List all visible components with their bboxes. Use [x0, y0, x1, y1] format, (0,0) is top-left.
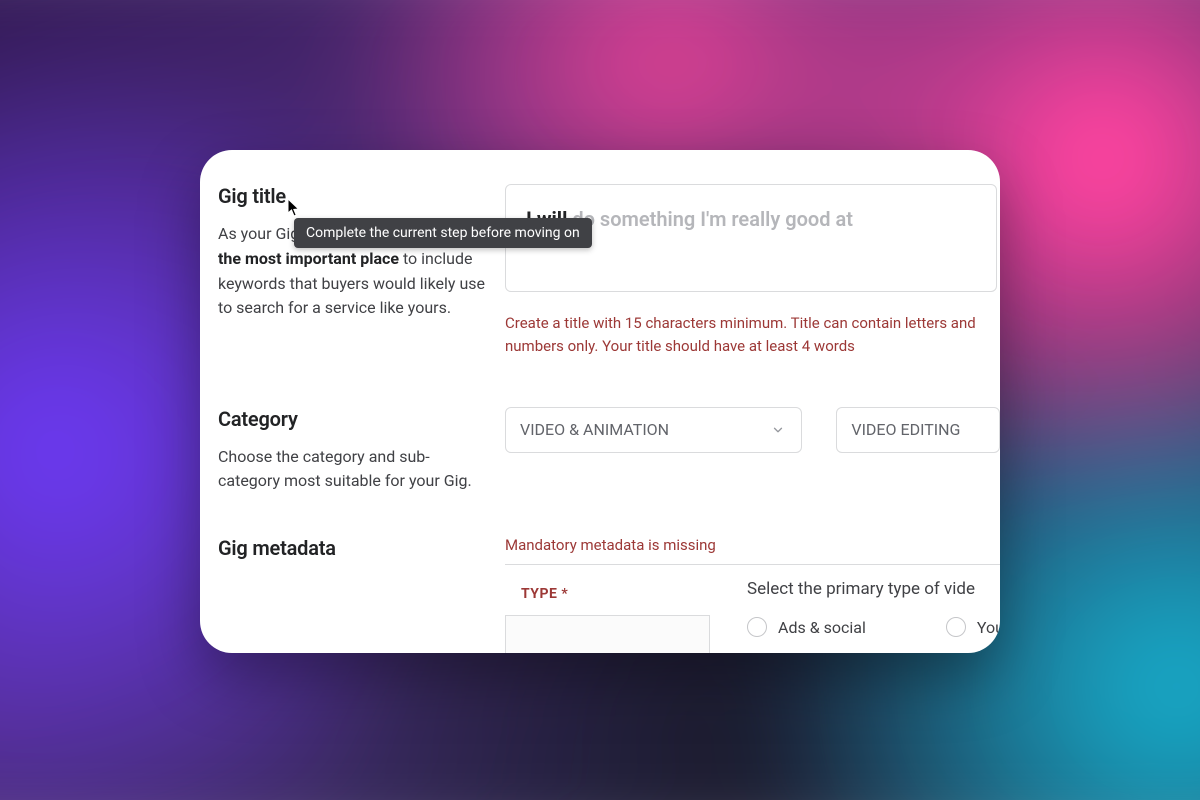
radio-circle-icon	[747, 617, 767, 637]
metadata-radio-label: YouT	[977, 618, 1000, 637]
gig-title-section: Gig title As your Gig storefront, your t…	[200, 184, 1000, 359]
gig-title-heading: Gig title	[218, 184, 487, 208]
category-section: Category Choose the category and sub-cat…	[200, 407, 1000, 495]
metadata-radio-label: Ads & social	[778, 618, 866, 637]
metadata-error-text: Mandatory metadata is missing	[505, 536, 1000, 554]
subcategory-select-value: VIDEO EDITING	[851, 420, 960, 439]
metadata-type-tab[interactable]: TYPE *	[505, 565, 717, 615]
metadata-prompt-text: Select the primary type of vide	[747, 579, 1000, 599]
step-warning-tooltip: Complete the current step before moving …	[294, 218, 592, 248]
metadata-radio-ads-social[interactable]: Ads & social	[747, 617, 866, 637]
gig-title-error-text: Create a title with 15 characters minimu…	[505, 312, 997, 359]
metadata-type-label: TYPE *	[521, 586, 568, 602]
chevron-down-icon	[771, 423, 785, 437]
metadata-panel: TYPE * Select the primary type of vide A…	[505, 564, 1000, 653]
category-description: Choose the category and sub-category mos…	[218, 445, 487, 495]
metadata-radio-youtube[interactable]: YouT	[946, 617, 1000, 637]
gig-metadata-heading: Gig metadata	[218, 536, 487, 560]
category-heading: Category	[218, 407, 487, 431]
gig-metadata-section: Gig metadata Mandatory metadata is missi…	[200, 536, 1000, 653]
metadata-type-box	[505, 615, 710, 653]
gig-title-placeholder: do something I'm really good at	[572, 207, 853, 231]
subcategory-select[interactable]: VIDEO EDITING	[836, 407, 1000, 453]
category-select-value: VIDEO & ANIMATION	[520, 420, 669, 439]
radio-circle-icon	[946, 617, 966, 637]
category-select[interactable]: VIDEO & ANIMATION	[505, 407, 802, 453]
